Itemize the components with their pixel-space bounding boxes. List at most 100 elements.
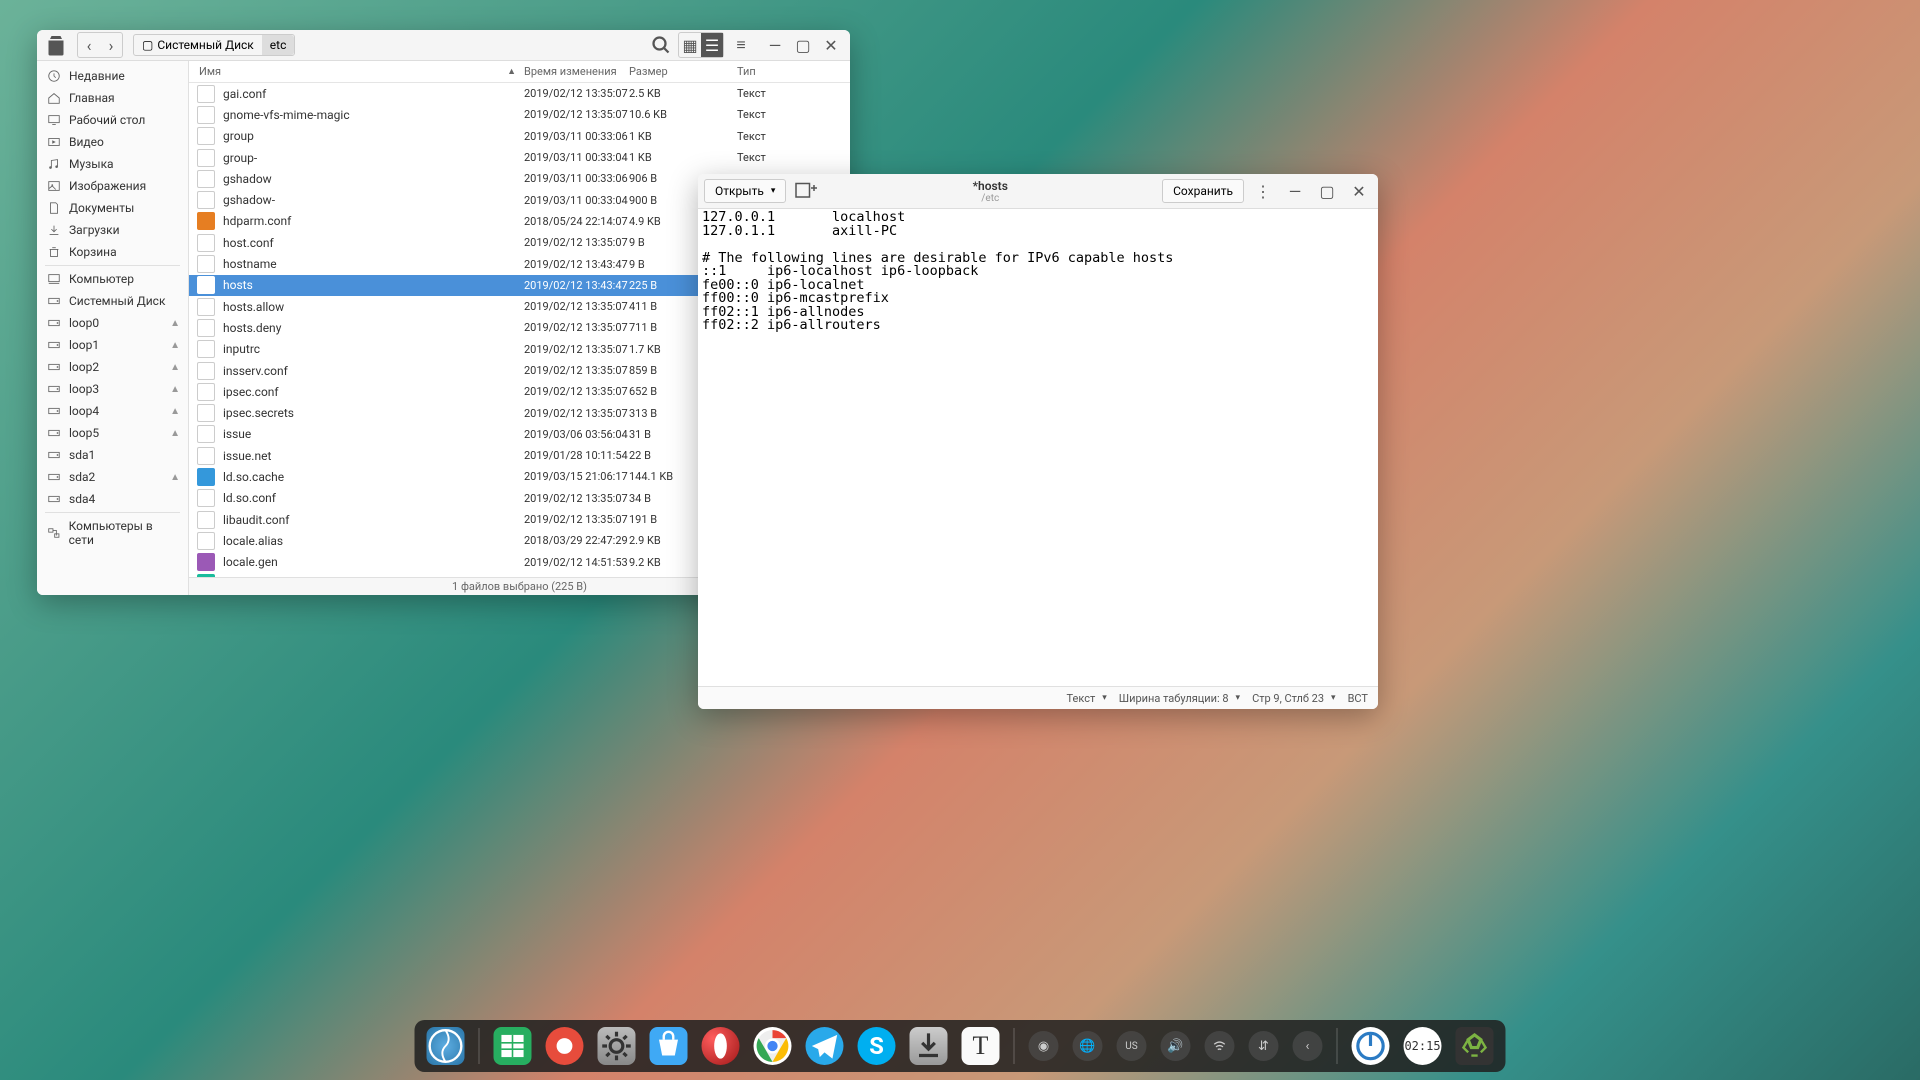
skype-icon[interactable]: S bbox=[858, 1027, 896, 1065]
sidebar-item[interactable]: Главная bbox=[37, 87, 188, 109]
settings-icon[interactable] bbox=[598, 1027, 636, 1065]
drive-icon bbox=[47, 360, 61, 374]
minimize-button[interactable]: — bbox=[762, 33, 788, 57]
opera-icon[interactable] bbox=[702, 1027, 740, 1065]
column-date[interactable]: Время изменения bbox=[524, 65, 629, 78]
eject-icon[interactable]: ▲ bbox=[170, 428, 180, 439]
hamburger-menu-button[interactable]: ≡ bbox=[728, 33, 754, 57]
sidebar-item[interactable]: loop4▲ bbox=[37, 400, 188, 422]
text-editor-dock-icon[interactable]: T bbox=[962, 1027, 1000, 1065]
sidebar-item[interactable]: loop3▲ bbox=[37, 378, 188, 400]
drive-icon bbox=[47, 448, 61, 462]
sidebar-item[interactable]: loop5▲ bbox=[37, 422, 188, 444]
file-name: ld.so.cache bbox=[223, 470, 524, 484]
list-view-button[interactable]: ☰ bbox=[701, 33, 723, 57]
sidebar-item[interactable]: Компьютеры в сети bbox=[37, 515, 188, 551]
recycle-bin-icon[interactable] bbox=[1456, 1027, 1494, 1065]
usb-icon[interactable]: ⇵ bbox=[1249, 1031, 1279, 1061]
file-date: 2019/02/12 13:35:07 bbox=[524, 300, 629, 313]
nav-buttons: ‹ › bbox=[77, 32, 123, 58]
file-row[interactable]: group-2019/03/11 00:33:041 KBТекст bbox=[189, 147, 850, 168]
sidebar-item[interactable]: Видео bbox=[37, 131, 188, 153]
file-row[interactable]: group2019/03/11 00:33:061 KBТекст bbox=[189, 126, 850, 147]
file-icon bbox=[197, 276, 215, 294]
nav-back-button[interactable]: ‹ bbox=[78, 33, 100, 57]
torrent-icon[interactable] bbox=[910, 1027, 948, 1065]
file-name: hdparm.conf bbox=[223, 214, 524, 228]
open-button[interactable]: Открыть bbox=[704, 179, 786, 203]
menu-button[interactable]: ⋮ bbox=[1250, 179, 1276, 203]
sidebar-item[interactable]: loop2▲ bbox=[37, 356, 188, 378]
editor-minimize-button[interactable]: — bbox=[1282, 179, 1308, 203]
drive-icon bbox=[47, 382, 61, 396]
sidebar-item[interactable]: sda1 bbox=[37, 444, 188, 466]
launcher-icon[interactable] bbox=[427, 1027, 465, 1065]
sidebar-item[interactable]: Корзина bbox=[37, 241, 188, 263]
eject-icon[interactable]: ▲ bbox=[170, 406, 180, 417]
file-name: gshadow- bbox=[223, 193, 524, 207]
nav-forward-button[interactable]: › bbox=[100, 33, 122, 57]
sidebar-item[interactable]: loop0▲ bbox=[37, 312, 188, 334]
sidebar-item[interactable]: Рабочий стол bbox=[37, 109, 188, 131]
cursor-position[interactable]: Стр 9, Стлб 23 bbox=[1252, 692, 1336, 705]
power-icon[interactable] bbox=[1352, 1027, 1390, 1065]
column-name[interactable]: Имя▲ bbox=[189, 65, 524, 78]
sidebar-item-label: Компьютер bbox=[69, 272, 134, 286]
save-button[interactable]: Сохранить bbox=[1162, 179, 1244, 203]
file-icon bbox=[197, 85, 215, 103]
file-icon bbox=[197, 383, 215, 401]
tray-app-icon[interactable]: ◉ bbox=[1029, 1031, 1059, 1061]
editor-maximize-button[interactable]: ▢ bbox=[1314, 179, 1340, 203]
maximize-button[interactable]: ▢ bbox=[790, 33, 816, 57]
breadcrumb-folder[interactable]: etc bbox=[262, 35, 295, 55]
tray-globe-icon[interactable]: 🌐 bbox=[1073, 1031, 1103, 1061]
volume-icon[interactable]: 🔊 bbox=[1161, 1031, 1191, 1061]
column-size[interactable]: Размер bbox=[629, 65, 737, 78]
sidebar-item[interactable]: sda2▲ bbox=[37, 466, 188, 488]
sidebar-item[interactable]: Системный Диск bbox=[37, 290, 188, 312]
eject-icon[interactable]: ▲ bbox=[170, 472, 180, 483]
sidebar-item[interactable]: Загрузки bbox=[37, 219, 188, 241]
close-button[interactable]: ✕ bbox=[818, 33, 844, 57]
telegram-icon[interactable] bbox=[806, 1027, 844, 1065]
editor-textarea[interactable]: 127.0.0.1 localhost 127.0.1.1 axill-PC #… bbox=[698, 209, 1378, 686]
eject-icon[interactable]: ▲ bbox=[170, 362, 180, 373]
collapse-tray-icon[interactable]: ‹ bbox=[1293, 1031, 1323, 1061]
grid-view-button[interactable]: ▦ bbox=[679, 33, 701, 57]
file-date: 2019/02/12 13:35:07 bbox=[524, 385, 629, 398]
sidebar-item[interactable]: Компьютер bbox=[37, 268, 188, 290]
eject-icon[interactable]: ▲ bbox=[170, 384, 180, 395]
clock-widget-icon[interactable]: 02:15 bbox=[1404, 1027, 1442, 1065]
app-store-icon[interactable] bbox=[650, 1027, 688, 1065]
breadcrumb-disk[interactable]: ▢ Системный Диск bbox=[134, 35, 262, 55]
file-date: 2019/03/11 00:33:04 bbox=[524, 194, 629, 207]
file-name: issue.net bbox=[223, 449, 524, 463]
file-date: 2019/02/12 13:35:07 bbox=[524, 321, 629, 334]
insert-mode[interactable]: ВСТ bbox=[1348, 692, 1368, 705]
new-tab-button[interactable] bbox=[792, 179, 818, 203]
chrome-icon[interactable] bbox=[754, 1027, 792, 1065]
syntax-selector[interactable]: Текст bbox=[1066, 692, 1106, 705]
breadcrumb[interactable]: ▢ Системный Диск etc bbox=[133, 34, 295, 56]
screen-recorder-icon[interactable] bbox=[546, 1027, 584, 1065]
tabwidth-selector[interactable]: Ширина табуляции: 8 bbox=[1119, 692, 1240, 705]
sidebar-item-label: Изображения bbox=[69, 179, 146, 193]
spreadsheet-icon[interactable] bbox=[494, 1027, 532, 1065]
column-type[interactable]: Тип bbox=[737, 65, 850, 78]
eject-icon[interactable]: ▲ bbox=[170, 318, 180, 329]
wifi-icon[interactable] bbox=[1205, 1031, 1235, 1061]
eject-icon[interactable]: ▲ bbox=[170, 340, 180, 351]
sidebar-item[interactable]: Документы bbox=[37, 197, 188, 219]
sidebar-item[interactable]: loop1▲ bbox=[37, 334, 188, 356]
sidebar-item[interactable]: Изображения bbox=[37, 175, 188, 197]
editor-close-button[interactable]: ✕ bbox=[1346, 179, 1372, 203]
file-row[interactable]: gai.conf2019/02/12 13:35:072.5 KBТекст bbox=[189, 83, 850, 104]
sidebar-item[interactable]: Недавние bbox=[37, 65, 188, 87]
sidebar-item[interactable]: sda4 bbox=[37, 488, 188, 510]
keyboard-layout-indicator[interactable]: US bbox=[1117, 1031, 1147, 1061]
search-button[interactable] bbox=[648, 33, 674, 57]
trash-toolbar-button[interactable] bbox=[43, 33, 69, 57]
file-row[interactable]: gnome-vfs-mime-magic2019/02/12 13:35:071… bbox=[189, 104, 850, 125]
sidebar-item[interactable]: Музыка bbox=[37, 153, 188, 175]
file-icon bbox=[197, 106, 215, 124]
